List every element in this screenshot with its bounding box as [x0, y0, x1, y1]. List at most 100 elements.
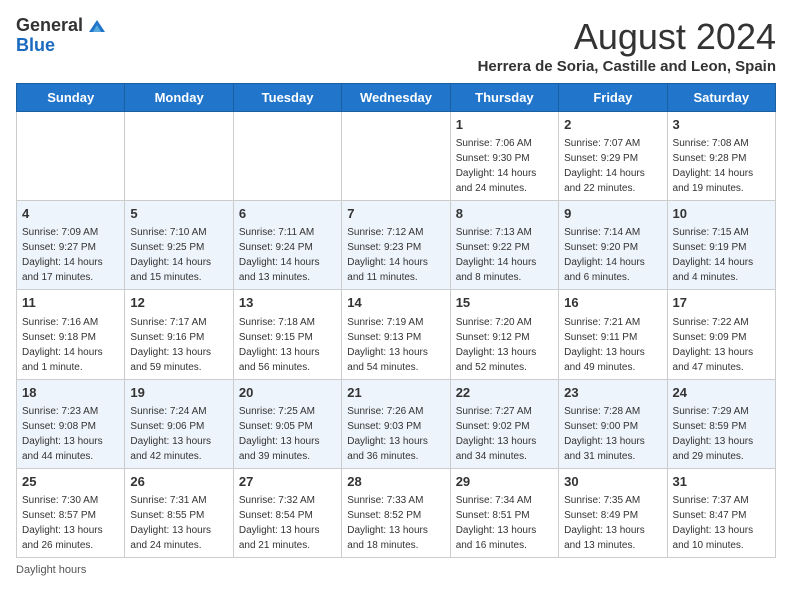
- week-row-4: 18 Sunrise: 7:23 AM Sunset: 9:08 PM Dayli…: [17, 379, 776, 468]
- day-number: 24: [673, 384, 770, 402]
- day-info: Sunrise: 7:10 AM Sunset: 9:25 PM Dayligh…: [130, 227, 211, 283]
- day-info: Sunrise: 7:26 AM Sunset: 9:03 PM Dayligh…: [347, 406, 428, 462]
- day-info: Sunrise: 7:16 AM Sunset: 9:18 PM Dayligh…: [22, 317, 103, 373]
- day-number: 28: [347, 473, 444, 491]
- logo-blue-text: Blue: [16, 35, 55, 55]
- day-number: 19: [130, 384, 227, 402]
- day-header-row: SundayMondayTuesdayWednesdayThursdayFrid…: [17, 84, 776, 112]
- day-info: Sunrise: 7:31 AM Sunset: 8:55 PM Dayligh…: [130, 495, 211, 551]
- logo-general-text: General: [16, 16, 83, 36]
- day-number: 29: [456, 473, 553, 491]
- day-number: 2: [564, 116, 661, 134]
- day-number: 9: [564, 205, 661, 223]
- day-number: 31: [673, 473, 770, 491]
- calendar-cell: 24 Sunrise: 7:29 AM Sunset: 8:59 PM Dayli…: [667, 379, 775, 468]
- calendar-cell: [233, 112, 341, 201]
- day-info: Sunrise: 7:21 AM Sunset: 9:11 PM Dayligh…: [564, 317, 645, 373]
- calendar-cell: 3 Sunrise: 7:08 AM Sunset: 9:28 PM Daylig…: [667, 112, 775, 201]
- day-number: 20: [239, 384, 336, 402]
- day-info: Sunrise: 7:37 AM Sunset: 8:47 PM Dayligh…: [673, 495, 754, 551]
- calendar-cell: 26 Sunrise: 7:31 AM Sunset: 8:55 PM Dayli…: [125, 468, 233, 557]
- footer-note: Daylight hours: [16, 564, 776, 576]
- calendar-cell: 13Sunrise: 7:18 AM Sunset: 9:15 PM Dayli…: [233, 290, 341, 379]
- day-info: Sunrise: 7:14 AM Sunset: 9:20 PM Dayligh…: [564, 227, 645, 283]
- day-header-friday: Friday: [559, 84, 667, 112]
- week-row-1: 1Sunrise: 7:06 AM Sunset: 9:30 PM Daylig…: [17, 112, 776, 201]
- calendar-cell: 4 Sunrise: 7:09 AM Sunset: 9:27 PM Daylig…: [17, 201, 125, 290]
- day-info: Sunrise: 7:13 AM Sunset: 9:22 PM Dayligh…: [456, 227, 537, 283]
- calendar-cell: 8 Sunrise: 7:13 AM Sunset: 9:22 PM Daylig…: [450, 201, 558, 290]
- day-header-saturday: Saturday: [667, 84, 775, 112]
- calendar-cell: 18 Sunrise: 7:23 AM Sunset: 9:08 PM Dayli…: [17, 379, 125, 468]
- day-number: 4: [22, 205, 119, 223]
- calendar-table: SundayMondayTuesdayWednesdayThursdayFrid…: [16, 83, 776, 558]
- day-info: Sunrise: 7:15 AM Sunset: 9:19 PM Dayligh…: [673, 227, 754, 283]
- day-number: 25: [22, 473, 119, 491]
- day-info: Sunrise: 7:28 AM Sunset: 9:00 PM Dayligh…: [564, 406, 645, 462]
- day-number: 23: [564, 384, 661, 402]
- day-info: Sunrise: 7:17 AM Sunset: 9:16 PM Dayligh…: [130, 317, 211, 373]
- day-info: Sunrise: 7:07 AM Sunset: 9:29 PM Dayligh…: [564, 138, 645, 194]
- page-header: General Blue August 2024 Herrera de Sori…: [16, 16, 776, 75]
- day-info: Sunrise: 7:20 AM Sunset: 9:12 PM Dayligh…: [456, 317, 537, 373]
- day-info: Sunrise: 7:25 AM Sunset: 9:05 PM Dayligh…: [239, 406, 320, 462]
- calendar-title: August 2024: [478, 16, 776, 58]
- day-info: Sunrise: 7:08 AM Sunset: 9:28 PM Dayligh…: [673, 138, 754, 194]
- calendar-cell: 23 Sunrise: 7:28 AM Sunset: 9:00 PM Dayli…: [559, 379, 667, 468]
- day-info: Sunrise: 7:32 AM Sunset: 8:54 PM Dayligh…: [239, 495, 320, 551]
- day-header-wednesday: Wednesday: [342, 84, 450, 112]
- day-number: 22: [456, 384, 553, 402]
- day-number: 6: [239, 205, 336, 223]
- day-number: 15: [456, 294, 553, 312]
- calendar-cell: 6Sunrise: 7:11 AM Sunset: 9:24 PM Daylig…: [233, 201, 341, 290]
- calendar-cell: 31 Sunrise: 7:37 AM Sunset: 8:47 PM Dayli…: [667, 468, 775, 557]
- day-number: 10: [673, 205, 770, 223]
- calendar-cell: 25 Sunrise: 7:30 AM Sunset: 8:57 PM Dayli…: [17, 468, 125, 557]
- day-header-thursday: Thursday: [450, 84, 558, 112]
- day-number: 14: [347, 294, 444, 312]
- calendar-cell: 7 Sunrise: 7:12 AM Sunset: 9:23 PM Daylig…: [342, 201, 450, 290]
- day-number: 18: [22, 384, 119, 402]
- day-number: 12: [130, 294, 227, 312]
- day-number: 30: [564, 473, 661, 491]
- calendar-cell: 15 Sunrise: 7:20 AM Sunset: 9:12 PM Dayli…: [450, 290, 558, 379]
- week-row-3: 11Sunrise: 7:16 AM Sunset: 9:18 PM Dayli…: [17, 290, 776, 379]
- day-info: Sunrise: 7:23 AM Sunset: 9:08 PM Dayligh…: [22, 406, 103, 462]
- day-info: Sunrise: 7:12 AM Sunset: 9:23 PM Dayligh…: [347, 227, 428, 283]
- calendar-cell: 5 Sunrise: 7:10 AM Sunset: 9:25 PM Daylig…: [125, 201, 233, 290]
- calendar-cell: 20 Sunrise: 7:25 AM Sunset: 9:05 PM Dayli…: [233, 379, 341, 468]
- day-info: Sunrise: 7:34 AM Sunset: 8:51 PM Dayligh…: [456, 495, 537, 551]
- day-number: 3: [673, 116, 770, 134]
- day-number: 5: [130, 205, 227, 223]
- day-info: Sunrise: 7:29 AM Sunset: 8:59 PM Dayligh…: [673, 406, 754, 462]
- day-info: Sunrise: 7:22 AM Sunset: 9:09 PM Dayligh…: [673, 317, 754, 373]
- logo-icon: [87, 16, 107, 36]
- day-info: Sunrise: 7:06 AM Sunset: 9:30 PM Dayligh…: [456, 138, 537, 194]
- day-header-sunday: Sunday: [17, 84, 125, 112]
- day-number: 27: [239, 473, 336, 491]
- day-info: Sunrise: 7:27 AM Sunset: 9:02 PM Dayligh…: [456, 406, 537, 462]
- day-number: 13: [239, 294, 336, 312]
- calendar-cell: [17, 112, 125, 201]
- day-number: 7: [347, 205, 444, 223]
- day-info: Sunrise: 7:33 AM Sunset: 8:52 PM Dayligh…: [347, 495, 428, 551]
- calendar-cell: 16Sunrise: 7:21 AM Sunset: 9:11 PM Dayli…: [559, 290, 667, 379]
- calendar-cell: 11Sunrise: 7:16 AM Sunset: 9:18 PM Dayli…: [17, 290, 125, 379]
- calendar-cell: 21Sunrise: 7:26 AM Sunset: 9:03 PM Dayli…: [342, 379, 450, 468]
- day-header-tuesday: Tuesday: [233, 84, 341, 112]
- day-info: Sunrise: 7:09 AM Sunset: 9:27 PM Dayligh…: [22, 227, 103, 283]
- day-header-monday: Monday: [125, 84, 233, 112]
- day-number: 8: [456, 205, 553, 223]
- calendar-cell: 12 Sunrise: 7:17 AM Sunset: 9:16 PM Dayli…: [125, 290, 233, 379]
- calendar-cell: 9 Sunrise: 7:14 AM Sunset: 9:20 PM Daylig…: [559, 201, 667, 290]
- day-info: Sunrise: 7:30 AM Sunset: 8:57 PM Dayligh…: [22, 495, 103, 551]
- calendar-cell: 1Sunrise: 7:06 AM Sunset: 9:30 PM Daylig…: [450, 112, 558, 201]
- calendar-cell: 19 Sunrise: 7:24 AM Sunset: 9:06 PM Dayli…: [125, 379, 233, 468]
- calendar-cell: [342, 112, 450, 201]
- calendar-cell: 10 Sunrise: 7:15 AM Sunset: 9:19 PM Dayli…: [667, 201, 775, 290]
- title-block: August 2024 Herrera de Soria, Castille a…: [478, 16, 776, 75]
- day-info: Sunrise: 7:35 AM Sunset: 8:49 PM Dayligh…: [564, 495, 645, 551]
- day-info: Sunrise: 7:24 AM Sunset: 9:06 PM Dayligh…: [130, 406, 211, 462]
- calendar-cell: 14Sunrise: 7:19 AM Sunset: 9:13 PM Dayli…: [342, 290, 450, 379]
- day-number: 26: [130, 473, 227, 491]
